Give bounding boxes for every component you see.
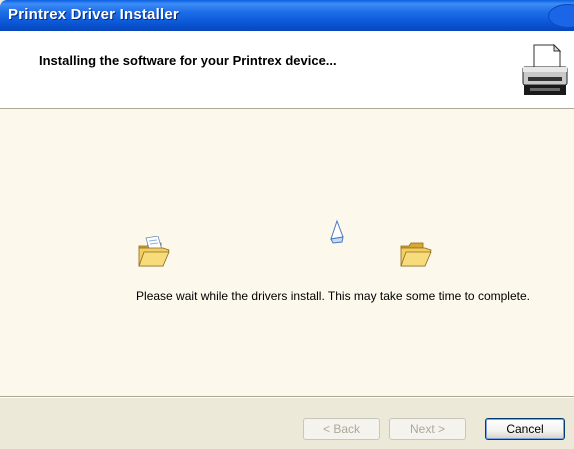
window-title: Printrex Driver Installer: [8, 6, 179, 23]
button-area-separator: [0, 396, 574, 398]
wizard-header: Installing the software for your Printre…: [0, 31, 574, 109]
back-button[interactable]: < Back: [303, 418, 380, 440]
title-bar-corner: [548, 4, 574, 28]
printer-icon: [520, 41, 570, 99]
flying-document-icon: [328, 219, 346, 250]
destination-folder-icon: [399, 240, 433, 273]
cancel-button[interactable]: Cancel: [485, 418, 565, 440]
next-button[interactable]: Next >: [389, 418, 466, 440]
status-message: Please wait while the drivers install. T…: [136, 289, 530, 303]
title-bar[interactable]: Printrex Driver Installer: [0, 0, 574, 31]
wizard-content: [0, 109, 574, 396]
header-title: Installing the software for your Printre…: [39, 53, 337, 68]
installer-window: Printrex Driver Installer Installing the…: [0, 0, 574, 449]
source-folder-icon: [137, 235, 171, 273]
